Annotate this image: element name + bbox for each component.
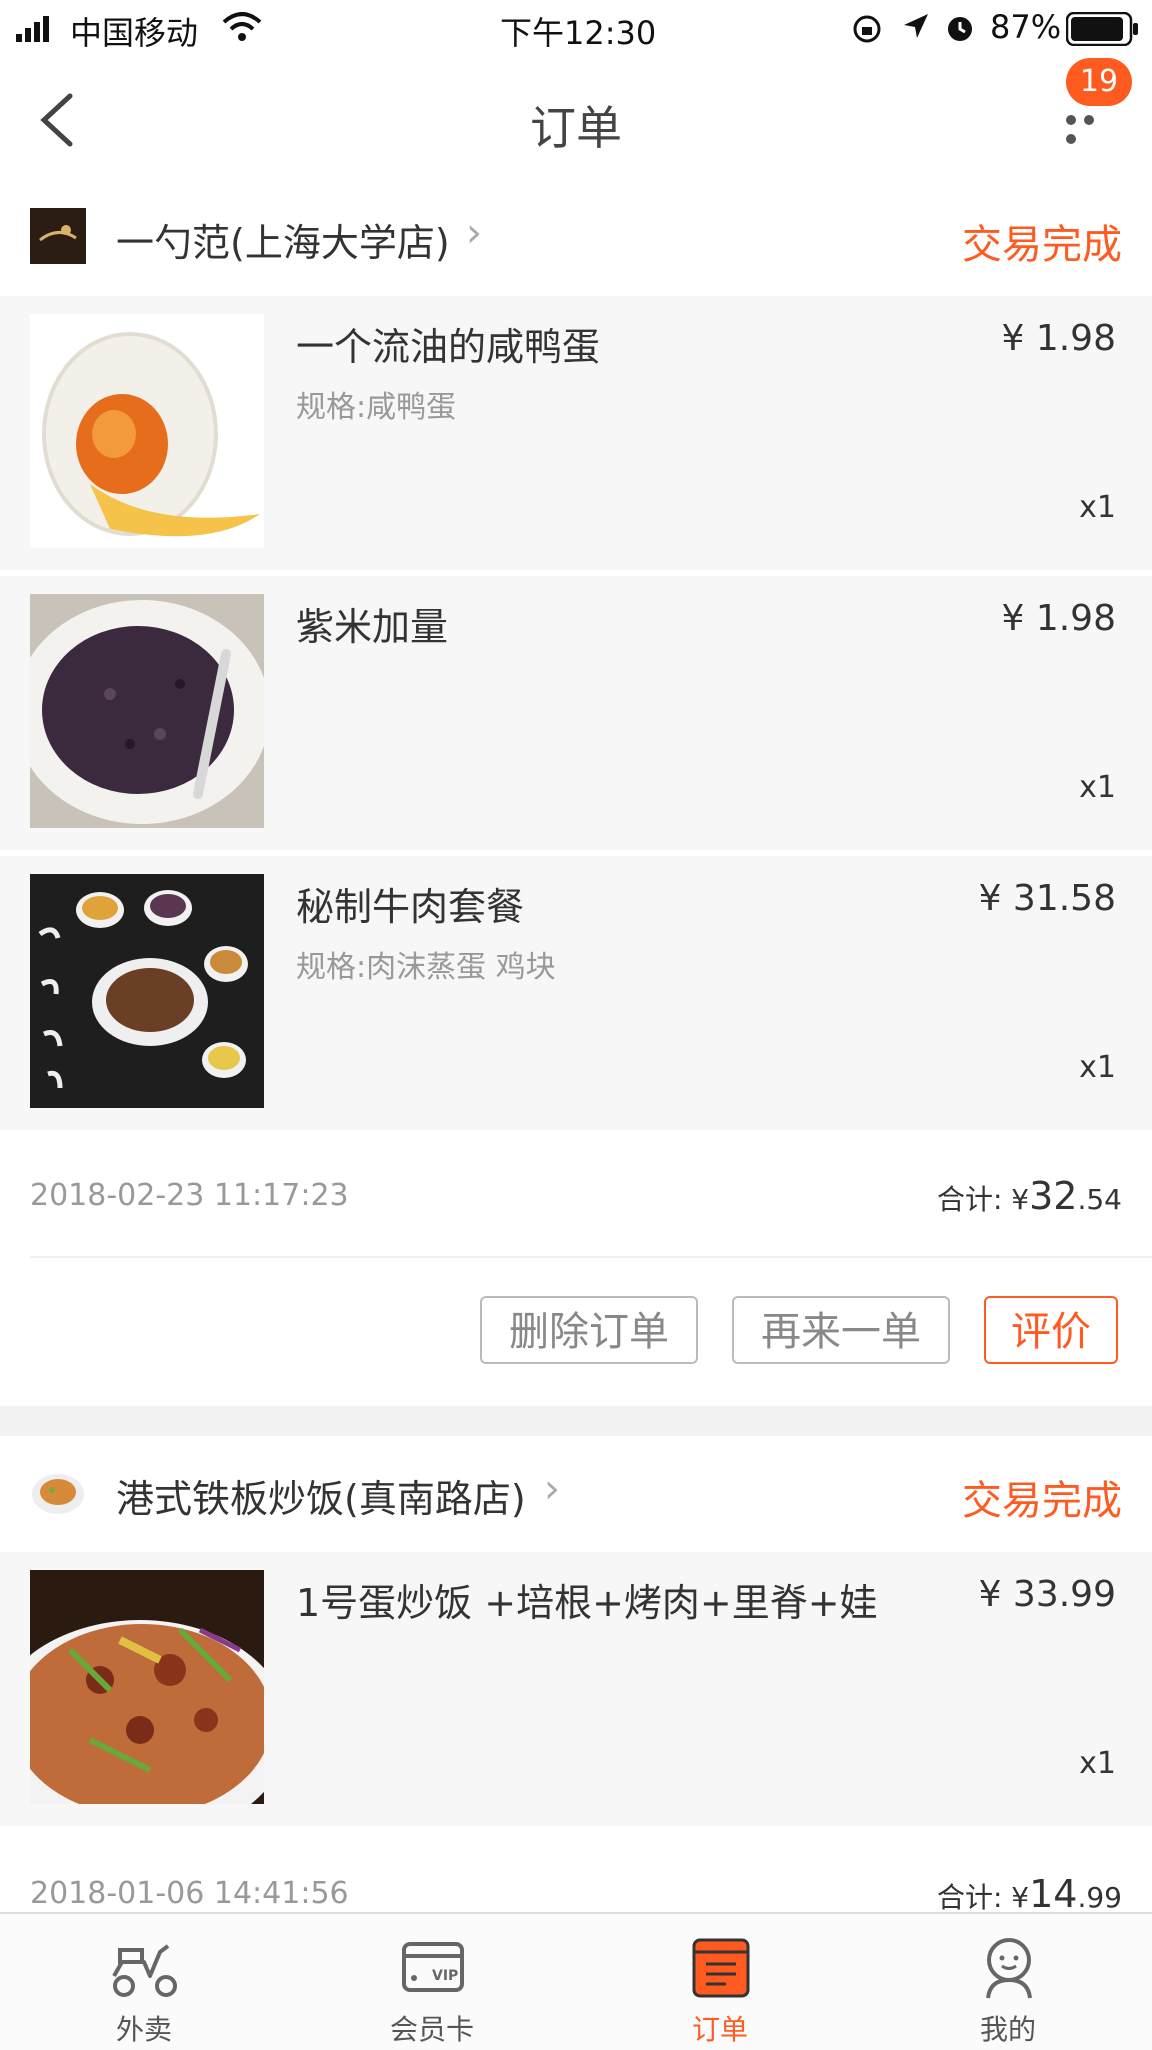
divider — [30, 1256, 1152, 1258]
order-total-dec: .54 — [1077, 1183, 1122, 1216]
item-quantity: x1 — [1079, 490, 1116, 525]
item-spec: 规格:肉沫蒸蛋 鸡块 — [296, 950, 556, 985]
delete-order-button[interactable]: 删除订单 — [480, 1296, 698, 1364]
item-image-fried-rice — [30, 1570, 264, 1804]
carrier-label: 中国移动 — [70, 14, 199, 52]
order-total: 合计: ¥32.54 — [937, 1174, 1122, 1218]
item-quantity: x1 — [1079, 1746, 1116, 1781]
order-shop-header[interactable]: 港式铁板炒饭(真南路店) › 交易完成 — [0, 1436, 1152, 1552]
clock: 下午12:30 — [500, 14, 657, 52]
item-price: ¥ 33.99 — [978, 1574, 1116, 1615]
item-quantity: x1 — [1079, 770, 1116, 805]
status-bar: 中国移动 下午12:30 87% — [0, 0, 1152, 58]
shop-name: 一勺范(上海大学店) — [116, 221, 450, 265]
item-image-purple-rice — [30, 594, 264, 828]
chevron-right-icon: › — [466, 210, 482, 256]
tab-profile[interactable]: 我的 — [864, 1914, 1152, 2050]
item-name: 1号蛋炒饭 +培根+烤肉+里脊+娃 — [296, 1581, 878, 1625]
order-list-icon — [692, 1938, 750, 1998]
order-status: 交易完成 — [962, 1478, 1122, 1524]
order-item[interactable]: 1号蛋炒饭 +培根+烤肉+里脊+娃 ¥ 33.99 x1 — [0, 1552, 1152, 1826]
order-item[interactable]: 一个流油的咸鸭蛋 规格:咸鸭蛋 ¥ 1.98 x1 — [0, 296, 1152, 570]
item-price: ¥ 31.58 — [978, 878, 1116, 919]
order-total: 合计: ¥14.99 — [937, 1872, 1122, 1916]
order-total-label: 合计: ¥ — [936, 1183, 1030, 1216]
notification-badge: 19 — [1066, 58, 1132, 106]
tab-label: 我的 — [979, 2013, 1036, 2046]
item-price: ¥ 1.98 — [1001, 598, 1116, 639]
item-image-beef-set — [30, 874, 264, 1108]
tab-membership[interactable]: VIP 会员卡 — [288, 1914, 576, 2050]
order-date: 2018-02-23 11:17:23 — [30, 1178, 349, 1213]
review-button[interactable]: 评价 — [984, 1296, 1118, 1364]
shop-logo — [30, 208, 86, 264]
reorder-button[interactable]: 再来一单 — [732, 1296, 950, 1364]
wifi-icon — [222, 12, 262, 41]
item-price: ¥ 1.98 — [1001, 318, 1116, 359]
order-total-int: 32 — [1029, 1174, 1078, 1218]
shop-logo — [30, 1464, 86, 1520]
scooter-icon — [112, 1944, 177, 1997]
item-name: 秘制牛肉套餐 — [296, 885, 525, 929]
order-total-label: 合计: ¥ — [936, 1881, 1030, 1914]
battery-icon — [1066, 12, 1138, 46]
order-item[interactable]: 秘制牛肉套餐 规格:肉沫蒸蛋 鸡块 ¥ 31.58 x1 — [0, 856, 1152, 1130]
tab-bar: 外卖 VIP 会员卡 订单 我的 — [0, 1912, 1152, 2050]
tab-label: 订单 — [691, 2013, 748, 2046]
item-name: 一个流油的咸鸭蛋 — [296, 325, 601, 369]
nav-bar: 订单 19 — [0, 58, 1152, 180]
location-arrow-icon — [904, 14, 928, 38]
item-image-salted-egg — [30, 314, 264, 548]
tab-label: 外卖 — [115, 2013, 172, 2046]
item-name: 紫米加量 — [296, 605, 449, 649]
order-date: 2018-01-06 14:41:56 — [30, 1876, 349, 1911]
item-spec: 规格:咸鸭蛋 — [296, 390, 457, 425]
order-status: 交易完成 — [962, 222, 1122, 268]
alarm-icon — [948, 17, 972, 41]
tab-takeout[interactable]: 外卖 — [0, 1914, 288, 2050]
svg-text:VIP: VIP — [432, 1968, 458, 1984]
order-shop-header[interactable]: 一勺范(上海大学店) › 交易完成 — [0, 180, 1152, 296]
signal-icon — [16, 16, 49, 42]
vip-card-icon: VIP — [402, 1942, 464, 1992]
item-quantity: x1 — [1079, 1050, 1116, 1085]
profile-icon — [986, 1938, 1032, 1999]
order-footer: 2018-02-23 11:17:23 合计: ¥32.54 删除订单 再来一单… — [0, 1130, 1152, 1406]
rotation-lock-icon — [853, 15, 881, 43]
shop-name: 港式铁板炒饭(真南路店) — [116, 1477, 526, 1521]
order-footer: 2018-01-06 14:41:56 合计: ¥14.99 — [0, 1826, 1152, 1916]
tab-orders[interactable]: 订单 — [576, 1914, 864, 2050]
order-item[interactable]: 紫米加量 ¥ 1.98 x1 — [0, 576, 1152, 850]
order-total-dec: .99 — [1077, 1881, 1122, 1914]
chevron-right-icon: › — [544, 1466, 560, 1512]
page-title: 订单 — [530, 101, 622, 155]
order-total-int: 14 — [1029, 1872, 1078, 1916]
battery-percent: 87% — [990, 8, 1062, 46]
tab-label: 会员卡 — [389, 2013, 474, 2046]
more-options-icon[interactable] — [1066, 110, 1118, 144]
